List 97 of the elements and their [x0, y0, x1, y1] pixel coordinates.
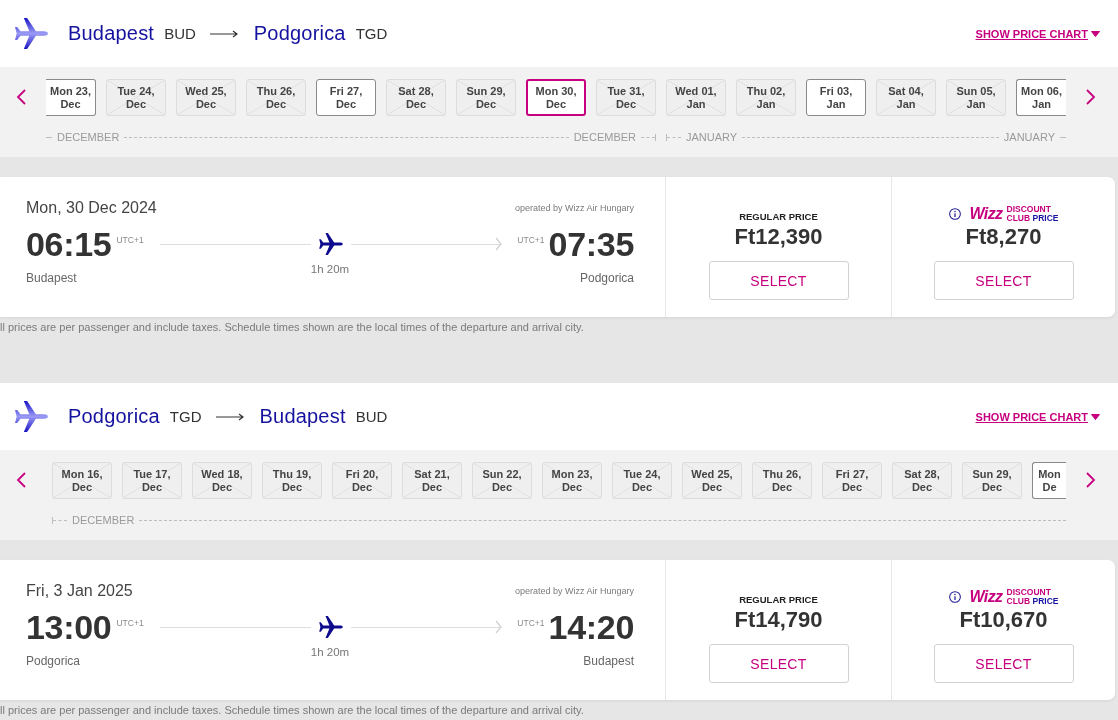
timezone-label: UTC+1 [116, 618, 144, 628]
date-tile[interactable]: Fri 03, Jan [806, 79, 866, 116]
flight-duration: 1h 20m [310, 262, 350, 276]
fare-price: Ft12,390 [734, 224, 823, 250]
next-dates-button[interactable] [1085, 471, 1097, 489]
date-tile[interactable]: Sun 29, Dec [456, 79, 516, 116]
airplane-icon [15, 401, 48, 432]
date-tile[interactable]: Sat 21, Dec [402, 462, 462, 499]
date-tile[interactable]: Wed 25, Dec [682, 462, 742, 499]
fare-price: Ft14,790 [734, 607, 823, 633]
airport-code: BUD [355, 408, 388, 425]
fare-price: Ft8,270 [965, 224, 1042, 250]
date-tile[interactable]: Thu 19, Dec [262, 462, 322, 499]
select-button[interactable]: SELECT [708, 644, 849, 683]
chevron-right-icon [1086, 89, 1096, 105]
select-button[interactable]: SELECT [933, 644, 1074, 683]
date-tile[interactable]: Mon 23, Dec [542, 462, 602, 499]
date-tile[interactable]: Tue 24, Dec [106, 79, 166, 116]
arrival-time: 14:20 [548, 607, 634, 647]
chevron-left-icon [16, 89, 26, 105]
date-tile[interactable]: Sat 28, Dec [892, 462, 952, 499]
date-tile[interactable]: Thu 02, Jan [736, 79, 796, 116]
date-tile[interactable]: Sun 29, Dec [962, 462, 1022, 499]
flight-duration: 1h 20m [310, 645, 350, 659]
date-tile[interactable]: Thu 26, Dec [246, 79, 306, 116]
date-tile[interactable]: Mon 23, Dec [46, 79, 96, 116]
club-price-label: DISCOUNT CLUB PRICE [1006, 588, 1059, 605]
date-tile[interactable]: Tue 31, Dec [596, 79, 656, 116]
date-tile[interactable]: Sat 04, Jan [876, 79, 936, 116]
origin-city: Podgorica [26, 654, 82, 668]
month-label: DECEMBER [57, 130, 120, 144]
departure-city: Podgorica [68, 405, 160, 428]
arrival-city: Budapest [259, 405, 346, 428]
destination-city: Budapest [582, 654, 634, 668]
airport-code: BUD [164, 25, 196, 42]
airplane-icon [15, 18, 48, 49]
club-price-label: DISCOUNT CLUB PRICE [1006, 205, 1059, 222]
airport-code: TGD [169, 408, 202, 425]
fare-label: REGULAR PRICE [739, 594, 818, 606]
timezone-label: UTC+1 [116, 235, 144, 245]
date-tile[interactable]: Sun 22, Dec [472, 462, 532, 499]
price-note: ll prices are per passenger and include taxes. Schedule times shown are the local times of the departure and arrival city. [0, 320, 585, 334]
date-tile[interactable]: Mon 30, Dec [526, 79, 586, 116]
timezone-label: UTC+1 [517, 618, 545, 628]
month-label: DECEMBER [573, 130, 636, 144]
date-tile[interactable]: Mon 16, Dec [52, 462, 112, 499]
date-tile[interactable]: Tue 24, Dec [612, 462, 672, 499]
price-note: ll prices are per passenger and include taxes. Schedule times shown are the local times of the departure and arrival city. [0, 703, 585, 717]
fare-label: REGULAR PRICE [739, 211, 818, 223]
date-tile[interactable]: Mon 06, Jan [1016, 79, 1066, 116]
info-icon[interactable] [948, 207, 961, 220]
month-label: JANUARY [686, 130, 738, 144]
fare-price: Ft10,670 [959, 607, 1048, 633]
date-tile[interactable]: Fri 20, Dec [332, 462, 392, 499]
club-logo-text: Wizz [969, 205, 1003, 222]
show-price-chart-link[interactable]: SHOW PRICE CHART [975, 410, 1100, 423]
date-tile[interactable]: Sun 05, Jan [946, 79, 1006, 116]
info-icon[interactable] [948, 590, 961, 603]
arrow-icon [215, 412, 244, 421]
airport-code: TGD [355, 25, 388, 42]
date-tile[interactable]: Mon De [1032, 462, 1066, 499]
date-tile[interactable]: Tue 17, Dec [122, 462, 182, 499]
airplane-icon [319, 233, 343, 255]
departure-time: 13:00 [26, 607, 112, 647]
flight-date: Fri, 3 Jan 2025 [26, 582, 133, 600]
date-tile[interactable]: Fri 27, Dec [316, 79, 376, 116]
flight-date: Mon, 30 Dec 2024 [26, 199, 157, 217]
destination-city: Podgorica [578, 271, 634, 285]
arrival-time: 07:35 [548, 224, 634, 264]
show-price-chart-link[interactable]: SHOW PRICE CHART [975, 27, 1100, 40]
previous-dates-button[interactable] [15, 471, 27, 489]
next-dates-button[interactable] [1085, 88, 1097, 106]
date-tile[interactable]: Wed 01, Jan [666, 79, 726, 116]
arrow-icon [209, 29, 238, 38]
chevron-left-icon [16, 472, 26, 488]
arrival-city: Podgorica [253, 22, 346, 45]
date-tile[interactable]: Sat 28, Dec [386, 79, 446, 116]
date-tile[interactable]: Wed 18, Dec [192, 462, 252, 499]
date-tile[interactable]: Thu 26, Dec [752, 462, 812, 499]
previous-dates-button[interactable] [15, 88, 27, 106]
month-label: JANUARY [1003, 130, 1055, 144]
date-tile[interactable]: Fri 27, Dec [822, 462, 882, 499]
month-label: DECEMBER [72, 513, 135, 527]
chevron-right-icon [1086, 472, 1096, 488]
caret-down-icon [1091, 413, 1100, 420]
club-logo-text: Wizz [969, 588, 1003, 605]
select-button[interactable]: SELECT [933, 261, 1074, 300]
select-button[interactable]: SELECT [708, 261, 849, 300]
origin-city: Budapest [26, 271, 78, 285]
timezone-label: UTC+1 [517, 235, 545, 245]
departure-city: Budapest [68, 22, 155, 45]
airplane-icon [319, 616, 343, 638]
operator-text: operated by Wizz Air Hungary [514, 586, 634, 596]
operator-text: operated by Wizz Air Hungary [514, 203, 634, 213]
departure-time: 06:15 [26, 224, 112, 264]
caret-down-icon [1091, 30, 1100, 37]
date-tile[interactable]: Wed 25, Dec [176, 79, 236, 116]
